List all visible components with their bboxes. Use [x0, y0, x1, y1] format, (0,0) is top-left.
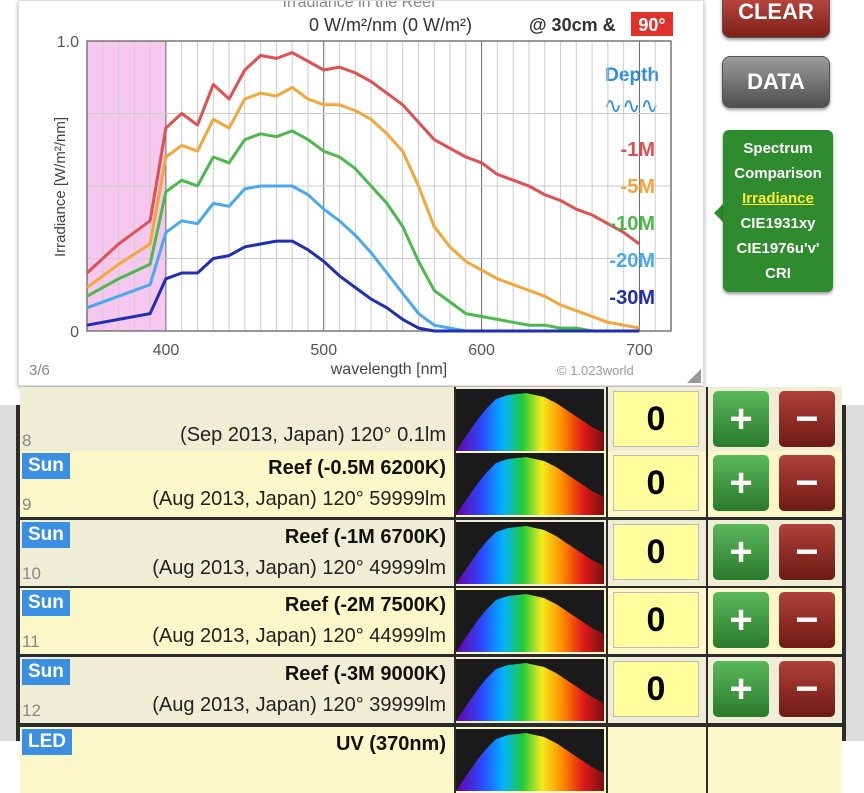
- row-index: 11: [22, 632, 40, 651]
- decrement-button[interactable]: −: [779, 455, 835, 511]
- increment-button[interactable]: +: [713, 661, 769, 717]
- menu-item-cie1976u-v[interactable]: CIE1976u'v': [736, 236, 819, 261]
- power-readout: 0 W/m²/nm (0 W/m²): [309, 15, 472, 35]
- spectrum-thumbnail: [456, 389, 604, 451]
- column-divider: [606, 657, 608, 723]
- spectrum-thumbnail: [456, 659, 604, 721]
- increment-button[interactable]: +: [713, 592, 769, 648]
- quantity-field[interactable]: 0: [613, 592, 699, 648]
- y-tick-label: 0: [70, 324, 79, 341]
- source-type-badge: Sun: [22, 453, 70, 479]
- menu-item-irradiance[interactable]: Irradiance: [742, 186, 814, 211]
- source-name: Reef (-0.5M 6200K): [268, 457, 446, 479]
- spectrum-thumbnail: [456, 729, 604, 791]
- angle-badge[interactable]: 90°: [638, 15, 665, 35]
- column-divider: [606, 520, 608, 586]
- page-indicator: 3/6: [29, 362, 50, 379]
- column-divider: [606, 451, 608, 517]
- legend-entry: -10M: [609, 213, 655, 235]
- y-tick-label: 1.0: [57, 34, 79, 51]
- x-tick-label: 700: [626, 342, 653, 359]
- chart-type-menu[interactable]: Spectrum Comparison Irradiance CIE1931xy CIE…: [723, 130, 833, 292]
- menu-item-comparison[interactable]: Comparison: [734, 161, 822, 186]
- legend-entry: -5M: [621, 176, 655, 198]
- series-line-30m: [86, 239, 640, 333]
- row-index: 8: [22, 431, 32, 450]
- x-tick-label: 400: [153, 342, 180, 359]
- copyright-text: © 1.023world: [557, 363, 634, 378]
- row-index: 10: [22, 564, 41, 583]
- quantity-field[interactable]: 0: [613, 391, 699, 447]
- legend-entry: -20M: [609, 250, 655, 272]
- series-line-1m: [85, 51, 641, 275]
- spectrum-thumbnail: [456, 522, 604, 584]
- source-name: UV (370nm): [335, 733, 446, 755]
- source-description: (Sep 2013, Japan) 120° 0.1lm: [180, 424, 446, 446]
- clear-button[interactable]: CLEAR: [722, 0, 830, 38]
- source-name: Reef (-1M 6700K): [284, 526, 446, 548]
- column-divider: [606, 727, 608, 793]
- column-divider: [706, 451, 708, 517]
- light-source-row[interactable]: Sun 10 Reef (-1M 6700K) (Aug 2013, Japan) 1…: [20, 520, 842, 586]
- column-divider: [706, 657, 708, 723]
- source-type-badge: Sun: [22, 659, 70, 685]
- source-name: Reef (-3M 9000K): [284, 663, 446, 685]
- source-name: Reef (-2M 7500K): [284, 594, 446, 616]
- spectrum-thumbnail: [456, 590, 604, 652]
- column-divider: [606, 387, 608, 453]
- legend-entry: -30M: [609, 287, 655, 309]
- data-button[interactable]: DATA: [722, 56, 830, 108]
- column-divider: [706, 387, 708, 453]
- x-axis-label: wavelength [nm]: [330, 361, 448, 378]
- column-divider: [606, 588, 608, 654]
- quantity-field[interactable]: 0: [613, 661, 699, 717]
- source-type-badge: Sun: [22, 522, 70, 548]
- decrement-button[interactable]: −: [779, 524, 835, 580]
- wave-icon: ∿∿∿: [604, 94, 659, 119]
- source-description: (Aug 2013, Japan) 120° 44999lm: [152, 625, 446, 647]
- menu-item-cri[interactable]: CRI: [765, 261, 791, 286]
- source-type-badge: LED: [22, 729, 72, 755]
- spectrum-thumbnail: [456, 453, 604, 515]
- x-tick-label: 500: [310, 342, 337, 359]
- light-source-row[interactable]: Sun 12 Reef (-3M 9000K) (Aug 2013, Japan) 1…: [20, 657, 842, 723]
- source-type-badge: Sun: [22, 590, 70, 616]
- menu-item-spectrum[interactable]: Spectrum: [743, 136, 812, 161]
- irradiance-chart-card: Irradiance in the Reef 0 W/m²/nm (0 W/m²…: [18, 0, 704, 386]
- column-divider: [706, 588, 708, 654]
- y-axis-label: Irradiance [W/m²/nm]: [52, 117, 69, 257]
- chart-title: Irradiance in the Reef: [283, 1, 437, 11]
- resize-handle-icon[interactable]: [687, 369, 701, 383]
- source-description: (Aug 2013, Japan) 120° 39999lm: [152, 694, 446, 716]
- column-divider: [706, 727, 708, 793]
- column-divider: [706, 520, 708, 586]
- menu-item-cie1931xy[interactable]: CIE1931xy: [740, 211, 815, 236]
- light-source-row[interactable]: Sun 9 Reef (-0.5M 6200K) (Aug 2013, Japan) …: [20, 451, 842, 517]
- depth-title: Depth: [605, 65, 659, 86]
- light-source-row[interactable]: LED UV (370nm): [20, 727, 842, 793]
- decrement-button[interactable]: −: [779, 391, 835, 447]
- row-index: 9: [22, 495, 32, 514]
- row-index: 12: [22, 701, 41, 720]
- source-description: (Aug 2013, Japan) 120° 59999lm: [152, 488, 446, 510]
- increment-button[interactable]: +: [713, 524, 769, 580]
- increment-button[interactable]: +: [713, 455, 769, 511]
- quantity-field[interactable]: 0: [613, 455, 699, 511]
- increment-button[interactable]: +: [713, 391, 769, 447]
- light-source-table-area: 8 (Sep 2013, Japan) 120° 0.1lm 0 + − Sun 9 Ree…: [0, 387, 864, 793]
- light-source-row[interactable]: 8 (Sep 2013, Japan) 120° 0.1lm 0 + −: [20, 387, 842, 453]
- irradiance-chart: Irradiance in the Reef 0 W/m²/nm (0 W/m²…: [29, 1, 701, 383]
- decrement-button[interactable]: −: [779, 661, 835, 717]
- distance-label: @ 30cm &: [529, 15, 616, 35]
- x-tick-label: 600: [468, 342, 495, 359]
- decrement-button[interactable]: −: [779, 592, 835, 648]
- legend-entry: -1M: [621, 139, 655, 161]
- source-description: (Aug 2013, Japan) 120° 49999lm: [152, 557, 446, 579]
- light-source-row[interactable]: Sun 11 Reef (-2M 7500K) (Aug 2013, Japan) 1…: [20, 588, 842, 654]
- quantity-field[interactable]: 0: [613, 524, 699, 580]
